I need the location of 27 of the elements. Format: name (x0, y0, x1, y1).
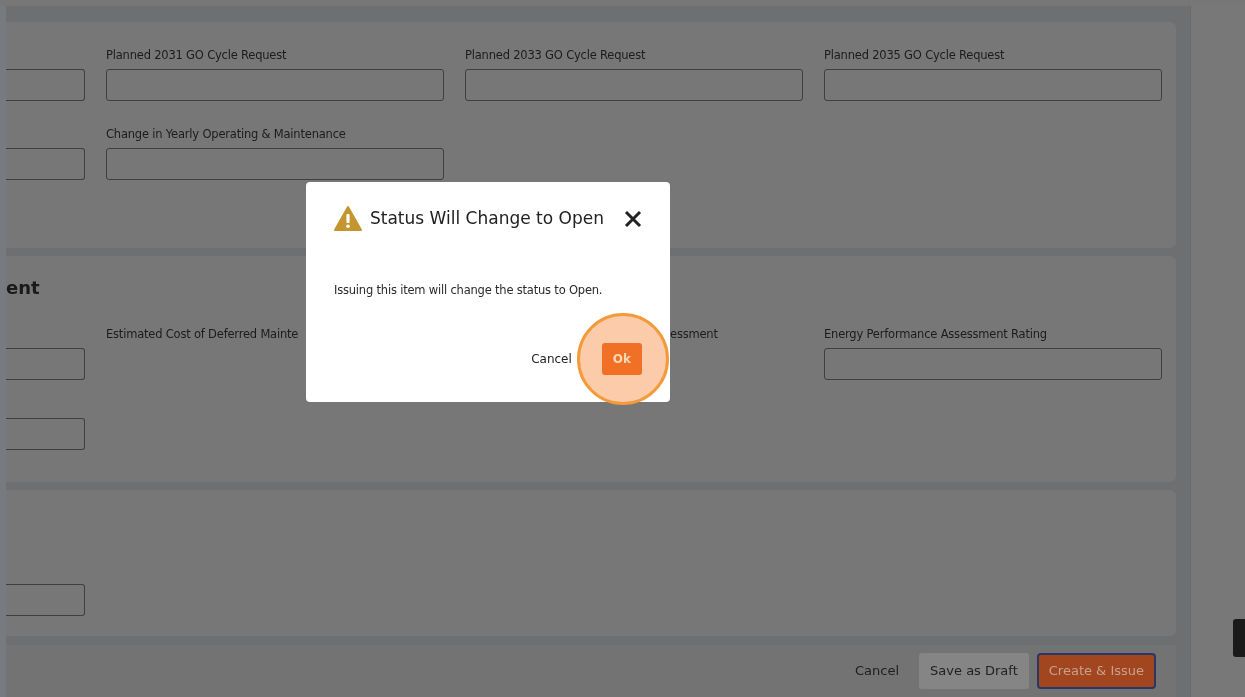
field-label: Change in Yearly Operating & Maintenance (106, 125, 347, 143)
ok-button[interactable]: Ok (601, 342, 642, 375)
input-field[interactable] (6, 348, 85, 380)
input-field[interactable] (6, 418, 85, 450)
input-field[interactable] (6, 584, 85, 616)
cancel-button[interactable]: Cancel (525, 345, 578, 372)
input-field[interactable] (106, 148, 444, 180)
input-field[interactable] (106, 69, 444, 101)
field-label: essment (670, 325, 719, 343)
cancel-button[interactable]: Cancel (843, 655, 912, 687)
field-label: Planned 2035 GO Cycle Request (824, 46, 1006, 64)
field-label: Planned 2033 GO Cycle Request (465, 46, 647, 64)
close-button[interactable] (624, 209, 642, 228)
warning-icon (334, 206, 362, 232)
input-field[interactable] (6, 148, 85, 180)
input-field[interactable] (824, 348, 1162, 380)
field-label: Energy Performance Assessment Rating (824, 325, 1048, 343)
create-issue-button[interactable]: Create & Issue (1036, 653, 1156, 689)
section-heading: ent (6, 276, 40, 300)
field-label: Estimated Cost of Deferred Mainte (106, 325, 300, 343)
input-field[interactable] (6, 69, 85, 101)
field-label: Planned 2031 GO Cycle Request (106, 46, 288, 64)
input-field[interactable] (824, 69, 1162, 101)
save-draft-button[interactable]: Save as Draft (919, 653, 1029, 689)
dialog-message: Issuing this item will change the status to Open. (334, 281, 604, 299)
input-field[interactable] (465, 69, 803, 101)
dialog-title: Status Will Change to Open (370, 207, 604, 230)
